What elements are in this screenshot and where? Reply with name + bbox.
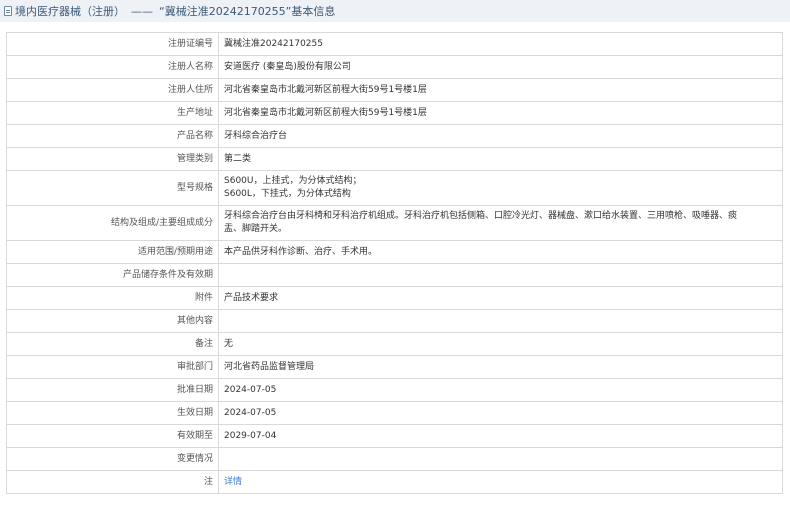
field-label: 生效日期: [6, 401, 219, 425]
field-label: 变更情况: [6, 447, 219, 471]
field-value: 2024-07-05: [218, 401, 783, 425]
field-value: 2029-07-04: [218, 424, 783, 448]
field-label: 注册证编号: [6, 32, 219, 56]
details-link[interactable]: 详情: [224, 477, 242, 487]
table-row: 产品储存条件及有效期: [6, 263, 783, 287]
field-value: [218, 447, 783, 471]
field-value: 河北省药品监督管理局: [218, 355, 783, 379]
table-row: 批准日期 2024-07-05: [6, 378, 783, 402]
field-value-line: S600L，下挂式，为分体式结构: [224, 189, 351, 199]
field-label: 有效期至: [6, 424, 219, 448]
field-label: 审批部门: [6, 355, 219, 379]
table-row: 附件 产品技术要求: [6, 286, 783, 310]
info-table: 注册证编号 冀械注准20242170255 注册人名称 安道医疗 (秦皇岛)股份有限公…: [6, 32, 783, 494]
field-label: 注: [6, 470, 219, 494]
table-row: 注册证编号 冀械注准20242170255: [6, 32, 783, 56]
table-row: 其他内容: [6, 309, 783, 333]
field-label: 适用范围/预期用途: [6, 240, 219, 264]
field-label: 管理类别: [6, 147, 219, 171]
table-row: 生效日期 2024-07-05: [6, 401, 783, 425]
table-row: 审批部门 河北省药品监督管理局: [6, 355, 783, 379]
document-icon: [4, 6, 12, 16]
field-value: 详情: [218, 470, 783, 494]
table-row: 型号规格 S600U，上挂式，为分体式结构； S600L，下挂式，为分体式结构: [6, 170, 783, 206]
field-value: 牙科综合治疗台由牙科椅和牙科治疗机组成。牙科治疗机包括侧箱、口腔冷光灯、器械盘、…: [218, 205, 783, 241]
field-value-line: 盂、脚踏开关。: [224, 224, 288, 234]
field-value: 无: [218, 332, 783, 356]
field-label: 注册人住所: [6, 78, 219, 102]
field-label: 产品名称: [6, 124, 219, 148]
field-value-line: S600U，上挂式，为分体式结构；: [224, 176, 362, 186]
table-row: 备注无: [6, 332, 783, 356]
table-row: 注册人住所 河北省秦皇岛市北戴河新区前程大街59号1号楼1层: [6, 78, 783, 102]
table-row: 注册人名称 安道医疗 (秦皇岛)股份有限公司: [6, 55, 783, 79]
page-header: 境内医疗器械（注册） —— “冀械注准20242170255”基本信息: [0, 0, 790, 22]
table-row: 变更情况: [6, 447, 783, 471]
field-label: 附件: [6, 286, 219, 310]
table-row: 有效期至 2029-07-04: [6, 424, 783, 448]
field-value: 河北省秦皇岛市北戴河新区前程大街59号1号楼1层: [218, 101, 783, 125]
table-row: 产品名称 牙科综合治疗台: [6, 124, 783, 148]
table-row: 注详情: [6, 470, 783, 494]
field-label: 注册人名称: [6, 55, 219, 79]
field-label: 结构及组成/主要组成成分: [6, 205, 219, 241]
field-value: S600U，上挂式，为分体式结构； S600L，下挂式，为分体式结构: [218, 170, 783, 206]
field-value: 安道医疗 (秦皇岛)股份有限公司: [218, 55, 783, 79]
field-value: 2024-07-05: [218, 378, 783, 402]
field-value: 本产品供牙科作诊断、治疗、手术用。: [218, 240, 783, 264]
field-value: 河北省秦皇岛市北戴河新区前程大街59号1号楼1层: [218, 78, 783, 102]
field-value: 产品技术要求: [218, 286, 783, 310]
table-row: 生产地址 河北省秦皇岛市北戴河新区前程大街59号1号楼1层: [6, 101, 783, 125]
field-label: 生产地址: [6, 101, 219, 125]
field-value-line: 牙科综合治疗台由牙科椅和牙科治疗机组成。牙科治疗机包括侧箱、口腔冷光灯、器械盘、…: [224, 211, 738, 221]
field-label: 产品储存条件及有效期: [6, 263, 219, 287]
table-row: 适用范围/预期用途 本产品供牙科作诊断、治疗、手术用。: [6, 240, 783, 264]
field-label: 备注: [6, 332, 219, 356]
field-value: [218, 309, 783, 333]
field-value: 牙科综合治疗台: [218, 124, 783, 148]
field-value: [218, 263, 783, 287]
header-title: “冀械注准20242170255”基本信息: [159, 5, 336, 18]
table-row: 结构及组成/主要组成成分 牙科综合治疗台由牙科椅和牙科治疗机组成。牙科治疗机包括侧…: [6, 205, 783, 241]
table-row: 管理类别 第二类: [6, 147, 783, 171]
header-section: 境内医疗器械（注册）: [15, 5, 125, 18]
field-value: 冀械注准20242170255: [218, 32, 783, 56]
header-separator: ——: [131, 4, 153, 18]
field-label: 批准日期: [6, 378, 219, 402]
field-value: 第二类: [218, 147, 783, 171]
field-label: 型号规格: [6, 170, 219, 206]
field-label: 其他内容: [6, 309, 219, 333]
